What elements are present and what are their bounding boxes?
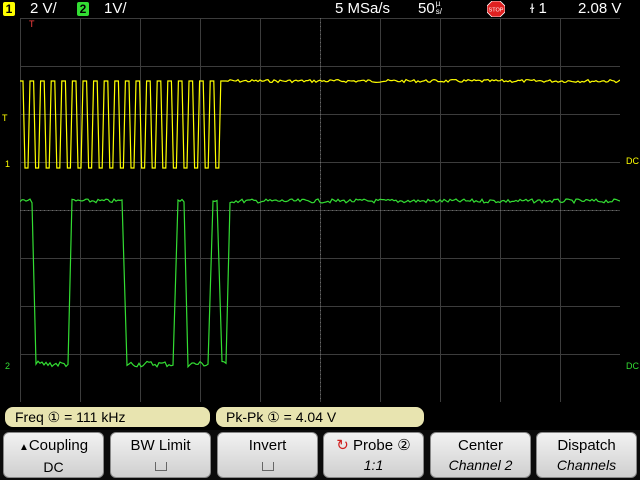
pkpk-measurement[interactable]: Pk-Pk ① = 4.04 V bbox=[216, 407, 424, 427]
probe-value: 1:1 bbox=[363, 457, 384, 473]
dispatch-softkey[interactable]: Dispatch Channels bbox=[536, 432, 637, 478]
invert-softkey[interactable]: Invert bbox=[217, 432, 318, 478]
channel-1-badge[interactable]: 1 bbox=[3, 2, 15, 16]
waveform-display bbox=[19, 18, 621, 403]
probe-softkey[interactable]: ↻ Probe ② 1:1 bbox=[323, 432, 424, 478]
dispatch-value: Channels bbox=[556, 457, 617, 473]
rotate-knob-icon: ↻ bbox=[336, 437, 349, 454]
trigger-source: 1 bbox=[538, 0, 547, 17]
coupling-value: DC bbox=[43, 459, 64, 475]
measurement-bar: Freq ① = 111 kHz Pk-Pk ① = 4.04 V bbox=[0, 404, 640, 428]
dispatch-label: Dispatch bbox=[557, 437, 616, 454]
trigger-level-marker[interactable]: T bbox=[2, 113, 8, 123]
coupling-softkey[interactable]: ▲Coupling DC bbox=[3, 432, 104, 478]
channel-2-dc-marker: DC bbox=[626, 361, 639, 371]
invert-label: Invert bbox=[248, 437, 287, 454]
channel-1-dc-marker: DC bbox=[626, 156, 639, 166]
bw-limit-label: BW Limit bbox=[130, 437, 191, 454]
channel-1-ground-marker[interactable]: 1 bbox=[5, 159, 10, 169]
timebase-value: 50 bbox=[418, 0, 435, 17]
timebase-unit-bottom: s/ bbox=[435, 7, 442, 16]
channel-1-scale: 2 V/ bbox=[30, 0, 57, 17]
up-arrow-icon: ▲ bbox=[18, 442, 29, 453]
run-state: STOP bbox=[489, 8, 504, 14]
timebase: 50 µ s/ bbox=[418, 0, 442, 18]
sample-rate: 5 MSa/s bbox=[335, 0, 391, 17]
channel-2-scale: 1V/ bbox=[104, 0, 127, 17]
coupling-label: Coupling bbox=[28, 437, 89, 454]
channel-2-badge[interactable]: 2 bbox=[77, 2, 89, 16]
trigger-edge-icon: ɫ bbox=[530, 1, 535, 16]
stop-icon: STOP bbox=[486, 0, 506, 18]
center-softkey[interactable]: Center Channel 2 bbox=[430, 432, 531, 478]
center-value: Channel 2 bbox=[448, 457, 513, 473]
bw-limit-softkey[interactable]: BW Limit bbox=[110, 432, 211, 478]
checkbox-icon bbox=[261, 462, 274, 471]
trigger-position-marker[interactable]: T bbox=[29, 19, 35, 29]
frequency-measurement[interactable]: Freq ① = 111 kHz bbox=[5, 407, 210, 427]
trigger-info: ɫ 1 bbox=[530, 0, 547, 18]
status-bar: 1 2 V/ 2 1V/ 5 MSa/s 50 µ s/ STOP ɫ 1 2.08… bbox=[0, 0, 640, 18]
channel-2-ground-marker[interactable]: 2 bbox=[5, 361, 10, 371]
trigger-level: 2.08 V bbox=[578, 0, 622, 17]
center-label: Center bbox=[457, 437, 504, 454]
checkbox-icon bbox=[154, 462, 167, 471]
probe-label: Probe ② bbox=[353, 437, 411, 454]
softkey-bar: ▲Coupling DC BW Limit Invert ↻ Probe ② 1… bbox=[0, 430, 640, 480]
